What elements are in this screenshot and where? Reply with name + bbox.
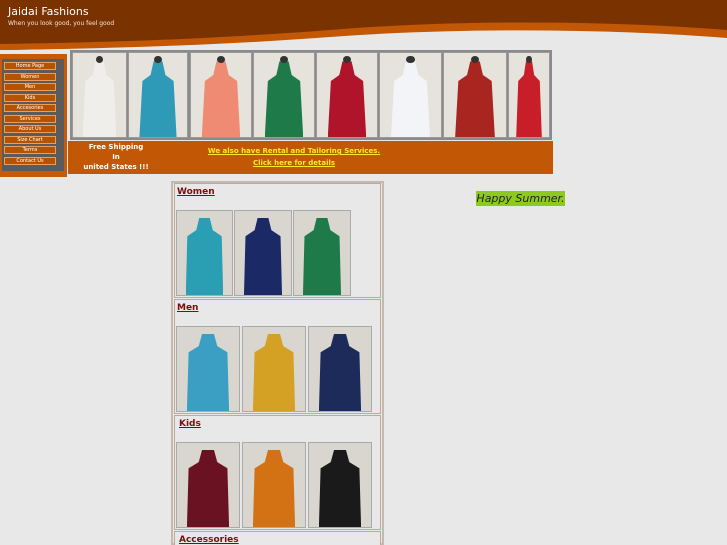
product-thumbnail[interactable] (293, 210, 351, 296)
banner-photo (316, 52, 378, 138)
banner-photo (190, 52, 252, 138)
category-panel: Women Men Kids Accessories (171, 181, 384, 545)
category-section-kids: Kids (174, 415, 381, 530)
product-thumbnail[interactable] (234, 210, 292, 296)
banner-photo (443, 52, 507, 138)
happy-summer-badge: Happy Summer. (476, 191, 565, 206)
category-title-kids[interactable]: Kids (179, 419, 201, 429)
details-link[interactable]: Click here for details (204, 159, 384, 167)
nav-item-men[interactable]: Men (4, 83, 56, 91)
banner-photo (128, 52, 188, 138)
nav-panel: Home Page Women Men Kids Accesories Serv… (0, 54, 67, 177)
category-section-women: Women (174, 183, 381, 298)
category-section-accessories: Accessories (174, 531, 381, 545)
nav-item-services[interactable]: Services (4, 114, 56, 123)
nav-item-size-chart[interactable]: Size Chart (4, 135, 56, 144)
nav-item-home-page[interactable]: Home Page (4, 62, 56, 70)
banner-photo (508, 52, 550, 138)
nav-item-contact-us[interactable]: Contact Us (4, 156, 56, 165)
banner-photo (253, 52, 315, 138)
free-shipping-notice: Free Shipping In united States !!! (80, 142, 152, 172)
product-thumbnail[interactable] (176, 326, 240, 412)
category-title-men[interactable]: Men (177, 303, 198, 313)
rental-services-link[interactable]: We also have Rental and Tailoring Servic… (204, 147, 384, 155)
promo-bar: Free Shipping In united States !!! We al… (68, 141, 553, 174)
sidebar: Home Page Women Men Kids Accesories Serv… (0, 50, 68, 545)
product-thumbnail[interactable] (242, 326, 306, 412)
nav-menu: Home Page Women Men Kids Accesories Serv… (2, 59, 64, 171)
product-thumbnail[interactable] (308, 326, 372, 412)
site-header: Jaidai Fashions When you look good, you … (0, 0, 727, 50)
nav-item-terms[interactable]: Terms (4, 146, 56, 154)
product-thumbnail[interactable] (176, 210, 233, 296)
product-thumbnail[interactable] (242, 442, 306, 528)
nav-item-kids[interactable]: Kids (4, 93, 56, 102)
free-shipping-line: Free Shipping (88, 143, 144, 151)
nav-item-women[interactable]: Women (4, 72, 56, 81)
banner-photo-strip (70, 50, 552, 140)
nav-item-about-us[interactable]: About Us (4, 125, 56, 133)
category-title-accessories[interactable]: Accessories (179, 535, 239, 545)
site-tagline: When you look good, you feel good (8, 20, 115, 27)
category-section-men: Men (174, 299, 381, 414)
product-thumbnail[interactable] (308, 442, 372, 528)
product-thumbnail[interactable] (176, 442, 240, 528)
banner-photo (379, 52, 442, 138)
category-title-women[interactable]: Women (177, 187, 215, 197)
free-shipping-line: united States !!! (83, 163, 149, 171)
banner-photo (72, 52, 127, 138)
nav-item-accesories[interactable]: Accesories (4, 104, 56, 112)
site-title: Jaidai Fashions (8, 5, 89, 18)
free-shipping-line: In (112, 153, 120, 161)
